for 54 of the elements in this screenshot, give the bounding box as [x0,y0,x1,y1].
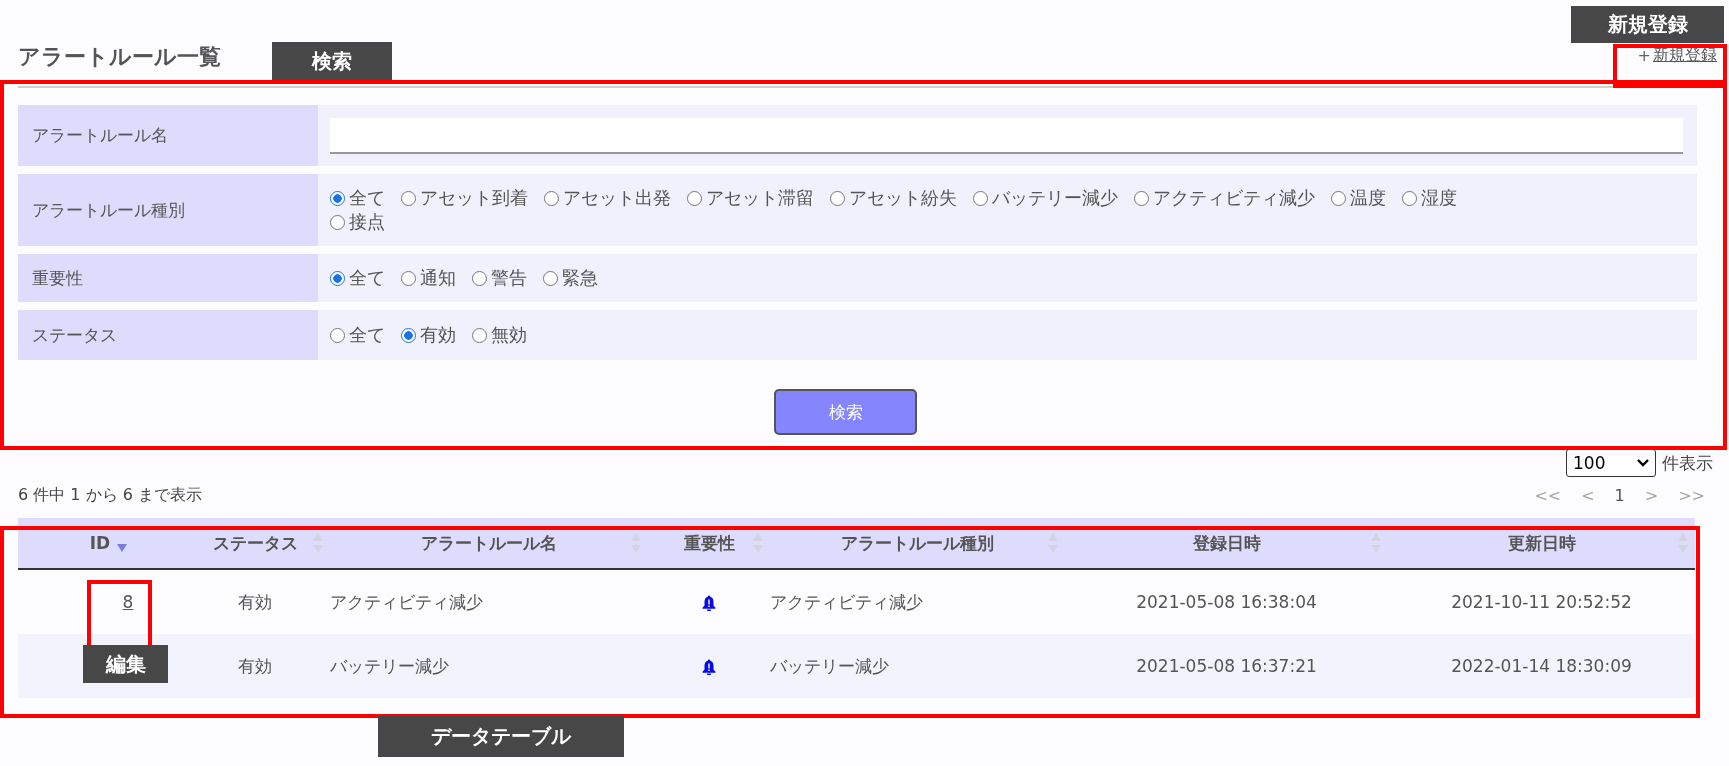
radio-option[interactable]: 全て [330,267,385,289]
radio-option[interactable]: バッテリー減少 [973,187,1118,209]
table-cell: 2021-10-11 20:52:52 [1451,592,1632,612]
page-size-select[interactable]: 100 [1566,449,1656,477]
radio-option[interactable]: 温度 [1331,187,1386,209]
page-title: アラートルール一覧 [18,43,221,71]
radio-option[interactable]: 全て [330,324,385,346]
radio-option[interactable]: アセット滞留 [687,187,814,209]
form-label: 重要性 [18,254,318,302]
form-label: アラートルール名 [18,105,318,166]
pagination-link[interactable]: 1 [1614,485,1625,505]
input-field[interactable] [330,117,1683,154]
radio-option[interactable]: アクティビティ減少 [1134,187,1315,209]
radio-option[interactable]: 通知 [401,267,456,289]
column-header[interactable]: ID [18,518,180,569]
table-cell: アクティビティ減少 [770,591,923,612]
callout-label: 新規登録 [1571,6,1724,43]
plus-sign: + [1637,46,1651,65]
column-header[interactable]: 登録日時 [1065,518,1388,569]
column-header[interactable]: アラートルール種別 [770,518,1065,569]
table-cell: 2021-05-08 16:38:04 [1136,592,1317,612]
radio-option[interactable]: 緊急 [543,267,598,289]
column-header[interactable]: 更新日時 [1388,518,1695,569]
bell-icon [702,659,716,675]
callout-label: 編集 [83,645,168,683]
form-label: ステータス [18,310,318,360]
radio-option[interactable]: 全て [330,187,385,209]
table-cell: 2022-01-14 18:30:09 [1451,656,1632,676]
radio-option[interactable]: 無効 [472,324,527,346]
callout-label: 検索 [272,42,392,80]
new-registration-link[interactable]: 新規登録 [1653,45,1717,66]
table-cell: バッテリー減少 [770,655,889,676]
callout-label: データテーブル [378,716,624,757]
bell-icon [702,595,716,611]
table-cell: 有効 [238,591,272,612]
form-label: アラートルール種別 [18,174,318,246]
edit-link[interactable]: 8 [122,592,134,612]
radio-option[interactable]: アセット紛失 [830,187,957,209]
table-cell: 2021-05-08 16:37:21 [1136,656,1317,676]
record-summary: 6 件中 1 から 6 まで表示 [18,484,202,506]
column-header[interactable]: ステータス [180,518,330,569]
column-header[interactable]: アラートルール名 [330,518,648,569]
radio-option[interactable]: アセット到着 [401,187,528,209]
radio-option[interactable]: 接点 [330,211,385,233]
page-size-label: 件表示 [1662,451,1713,475]
radio-option[interactable]: 有効 [401,324,456,346]
table-cell: バッテリー減少 [330,655,449,676]
column-header[interactable]: 重要性 [648,518,770,569]
table-cell: 有効 [238,655,272,676]
table-cell: アクティビティ減少 [330,591,483,612]
radio-option[interactable]: 警告 [472,267,527,289]
radio-option[interactable]: 湿度 [1402,187,1457,209]
caret-icon [1637,459,1649,467]
radio-option[interactable]: アセット出発 [544,187,671,209]
